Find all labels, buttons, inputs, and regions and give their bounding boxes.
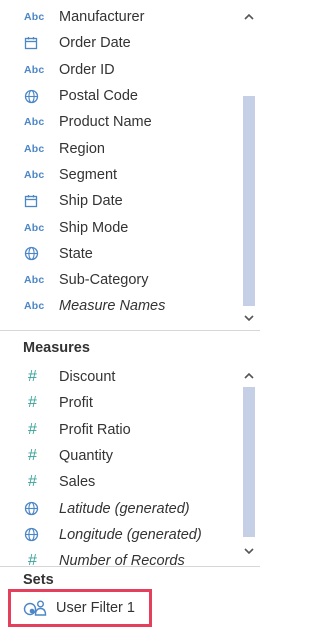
field-label: Sales (59, 474, 96, 491)
scroll-track[interactable] (243, 387, 255, 537)
scroll-down-button[interactable] (238, 543, 260, 559)
globe-icon (24, 89, 50, 104)
dimensions-scrollbar[interactable] (238, 0, 260, 330)
field-item[interactable]: Abc Segment (0, 162, 238, 188)
field-label: Profit Ratio (59, 421, 131, 438)
abc-string-icon: Abc (24, 168, 45, 181)
field-label: Latitude (generated) (59, 500, 190, 517)
chevron-up-icon (244, 372, 254, 379)
measures-section-title: Measures (23, 340, 90, 356)
abc-string-icon: Abc (24, 142, 45, 155)
field-label: Order Date (59, 35, 131, 52)
field-label: Manufacturer (59, 9, 145, 26)
scroll-track[interactable] (243, 30, 255, 306)
chevron-down-icon (244, 547, 254, 554)
hash-number-icon: # (28, 368, 37, 386)
hash-number-icon: # (28, 420, 37, 438)
field-label: Region (59, 140, 105, 157)
sets-section-title: Sets (23, 572, 54, 588)
globe-icon (24, 501, 50, 516)
field-item[interactable]: # Profit (0, 390, 238, 416)
hash-number-icon: # (28, 552, 37, 567)
field-item[interactable]: # Profit Ratio (0, 417, 238, 443)
field-label: Measure Names (59, 298, 166, 315)
hash-number-icon: # (28, 394, 37, 412)
calendar-icon (24, 194, 50, 208)
field-item[interactable]: Ship Date (0, 188, 238, 214)
field-item[interactable]: # Quantity (0, 443, 238, 469)
field-label: Ship Date (59, 193, 123, 210)
measures-scrollbar[interactable] (238, 363, 260, 567)
scroll-up-button[interactable] (238, 367, 260, 383)
field-item[interactable]: Abc Ship Mode (0, 214, 238, 240)
scroll-down-button[interactable] (238, 310, 260, 326)
field-label: Product Name (59, 114, 152, 131)
field-label: Postal Code (59, 88, 138, 105)
field-label: State (59, 245, 93, 262)
abc-string-icon: Abc (24, 63, 45, 76)
dimensions-pane: Abc Manufacturer Order Date Abc Order ID Post… (0, 0, 260, 330)
field-label: Number of Records (59, 553, 185, 567)
measures-field-list: # Discount # Profit # Profit Ratio # Quantity # S… (0, 364, 238, 567)
field-item[interactable]: Postal Code (0, 83, 238, 109)
set-icon (23, 599, 47, 617)
globe-icon (24, 246, 50, 261)
field-item[interactable]: Abc Product Name (0, 109, 238, 135)
field-label: Ship Mode (59, 219, 129, 236)
abc-string-icon: Abc (24, 274, 45, 287)
chevron-down-icon (244, 314, 254, 321)
field-item[interactable]: Longitude (generated) (0, 522, 238, 548)
hash-number-icon: # (28, 473, 37, 491)
field-label: Quantity (59, 448, 113, 465)
abc-string-icon: Abc (24, 300, 45, 313)
field-label: Discount (59, 369, 116, 386)
field-label: Profit (59, 395, 93, 412)
field-item[interactable]: Abc Manufacturer (0, 4, 238, 30)
field-item[interactable]: # Discount (0, 364, 238, 390)
scroll-thumb[interactable] (243, 387, 255, 537)
field-label: Sub-Category (59, 272, 149, 289)
field-label: Order ID (59, 61, 115, 78)
field-item[interactable]: Abc Sub-Category (0, 267, 238, 293)
field-item[interactable]: Abc Measure Names (0, 293, 238, 319)
globe-icon (24, 527, 50, 542)
measures-pane: Measures # Discount # Profit # Profit Ratio # Q… (0, 331, 260, 567)
dimensions-field-list: Abc Manufacturer Order Date Abc Order ID Post… (0, 4, 238, 320)
set-item-label: User Filter 1 (56, 600, 135, 616)
abc-string-icon: Abc (24, 11, 45, 24)
set-item-user-filter[interactable]: User Filter 1 (8, 589, 152, 627)
field-item[interactable]: State (0, 241, 238, 267)
hash-number-icon: # (28, 447, 37, 465)
field-item[interactable]: # Number of Records (0, 548, 238, 567)
field-item[interactable]: Order Date (0, 30, 238, 56)
scroll-up-button[interactable] (238, 8, 260, 24)
field-item[interactable]: Abc Region (0, 135, 238, 161)
chevron-up-icon (244, 13, 254, 20)
field-item[interactable]: # Sales (0, 469, 238, 495)
field-item[interactable]: Latitude (generated) (0, 495, 238, 521)
calendar-icon (24, 36, 50, 50)
scroll-thumb[interactable] (243, 96, 255, 306)
field-label: Longitude (generated) (59, 526, 202, 543)
field-label: Segment (59, 166, 118, 183)
field-item[interactable]: Abc Order ID (0, 57, 238, 83)
abc-string-icon: Abc (24, 221, 45, 234)
abc-string-icon: Abc (24, 116, 45, 129)
